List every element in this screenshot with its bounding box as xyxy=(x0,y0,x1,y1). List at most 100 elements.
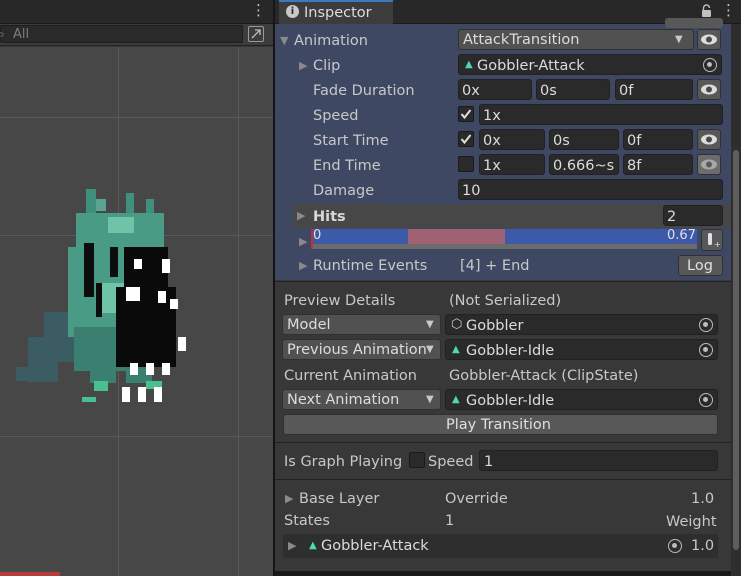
chevron-down-icon: ▼ xyxy=(426,344,434,355)
eye-icon[interactable] xyxy=(697,154,721,175)
clip-value: Gobbler-Attack xyxy=(477,58,585,74)
clip-foldout-icon[interactable]: ▶ xyxy=(299,60,307,71)
field-value: 0s xyxy=(553,133,570,149)
states-count: 1 xyxy=(445,513,455,529)
play-transition-button[interactable]: Play Transition xyxy=(283,414,718,435)
field-value: 2 xyxy=(667,209,677,225)
start-time-label: Start Time xyxy=(313,133,389,149)
animation-clip-icon: ▲ xyxy=(465,59,473,70)
animation-type-dropdown[interactable]: AttackTransition ▼ xyxy=(458,29,694,50)
scene-search-row: ⌕ All xyxy=(0,24,273,46)
dropdown-label: Next Animation xyxy=(287,392,400,408)
object-picker-icon[interactable] xyxy=(699,318,713,332)
next-animation-dropdown[interactable]: Next Animation ▼ xyxy=(282,389,441,410)
chevron-down-icon: ▼ xyxy=(675,34,683,45)
gobbler-sprite xyxy=(16,189,186,402)
section-separator xyxy=(275,281,731,282)
model-object-field[interactable]: ⬡ Gobbler xyxy=(445,314,718,335)
start-time-checkbox[interactable] xyxy=(458,131,474,147)
model-dropdown[interactable]: Model ▼ xyxy=(282,314,441,335)
eye-icon[interactable] xyxy=(697,29,721,50)
object-picker-icon[interactable] xyxy=(703,58,717,72)
field-value: Gobbler xyxy=(466,318,524,334)
state-foldout-icon[interactable]: ▶ xyxy=(288,540,296,551)
object-picker-icon[interactable] xyxy=(699,343,713,357)
event-timeline[interactable]: 0 0.67 xyxy=(311,229,697,249)
state-weight: 1.0 xyxy=(691,538,715,554)
timeline-foldout-icon[interactable]: ▶ xyxy=(299,236,307,247)
runtime-events-foldout-icon[interactable]: ▶ xyxy=(299,260,307,271)
log-button[interactable]: Log xyxy=(678,255,723,276)
eye-icon[interactable] xyxy=(697,79,721,100)
scrollbar-thumb[interactable] xyxy=(733,150,739,550)
scene-viewport[interactable] xyxy=(0,47,273,576)
end-time-x-field[interactable]: 1x xyxy=(479,154,545,175)
object-picker-icon[interactable] xyxy=(668,539,682,553)
start-time-f-field[interactable]: 0f xyxy=(623,129,693,150)
previous-animation-field[interactable]: ▲ Gobbler-Idle xyxy=(445,339,718,360)
grid-line xyxy=(238,47,239,576)
previous-animation-dropdown[interactable]: Previous Animation ▼ xyxy=(282,339,441,360)
is-graph-playing-label: Is Graph Playing xyxy=(284,454,403,470)
bottom-border xyxy=(275,571,731,576)
more-menu-icon[interactable]: ⋮ xyxy=(721,3,736,18)
eye-icon[interactable] xyxy=(697,129,721,150)
animation-type-value: AttackTransition xyxy=(463,32,580,48)
hits-foldout-icon[interactable]: ▶ xyxy=(297,210,305,221)
graph-speed-field[interactable]: 1 xyxy=(479,450,718,471)
speed-checkbox[interactable] xyxy=(458,106,474,122)
field-value: Gobbler-Idle xyxy=(466,343,555,359)
object-picker-icon[interactable] xyxy=(699,393,713,407)
base-layer-foldout-icon[interactable]: ▶ xyxy=(285,493,293,504)
state-row[interactable]: ▶ ▲ Gobbler-Attack 1.0 xyxy=(283,534,718,558)
damage-field[interactable]: 10 xyxy=(458,179,723,200)
add-event-button[interactable]: + xyxy=(701,229,723,251)
animation-section: ▼ Animation AttackTransition ▼ ▶ Clip ▲ … xyxy=(275,18,731,280)
end-time-s-field[interactable]: 0.666~s xyxy=(549,154,619,175)
end-time-checkbox[interactable] xyxy=(458,156,474,172)
scene-panel: ⋮ ⌕ All xyxy=(0,0,273,576)
fade-duration-s-field[interactable]: 0s xyxy=(536,79,610,100)
inspector-panel: i Inspector ⋮ ▼ Animation AttackTransiti… xyxy=(275,0,741,576)
animation-clip-icon: ▲ xyxy=(452,394,460,405)
base-layer-label: Base Layer xyxy=(299,491,380,507)
more-menu-icon[interactable]: ⋮ xyxy=(251,3,266,18)
fade-duration-label: Fade Duration xyxy=(313,83,415,99)
field-value: 1x xyxy=(483,158,501,174)
tab-inspector[interactable]: i Inspector xyxy=(279,0,393,24)
grid-line xyxy=(0,436,273,437)
scene-toolbar: ⋮ xyxy=(0,0,273,24)
maximize-icon[interactable] xyxy=(248,26,264,42)
override-label: Override xyxy=(445,491,508,507)
cube-icon: ⬡ xyxy=(451,317,463,332)
start-time-x-field[interactable]: 0x xyxy=(479,129,545,150)
field-value: 0f xyxy=(619,83,634,99)
dropdown-label: Model xyxy=(287,317,331,333)
fade-duration-x-field[interactable]: 0x xyxy=(458,79,532,100)
weight-label: Weight xyxy=(666,514,717,530)
speed-field[interactable]: 1x xyxy=(479,104,723,125)
current-animation-value: Gobbler-Attack (ClipState) xyxy=(449,368,639,384)
field-value: 0f xyxy=(627,133,642,149)
damage-label: Damage xyxy=(313,183,375,199)
speed-label: Speed xyxy=(313,108,359,124)
chevron-down-icon: ▼ xyxy=(426,394,434,405)
search-placeholder: All xyxy=(13,27,30,42)
dropdown-label: Previous Animation xyxy=(287,342,427,358)
lock-icon[interactable] xyxy=(701,4,712,17)
chevron-down-icon: ▼ xyxy=(426,319,434,330)
animation-foldout-icon[interactable]: ▼ xyxy=(280,35,288,46)
field-value: 0x xyxy=(462,83,480,99)
end-time-f-field[interactable]: 8f xyxy=(623,154,693,175)
states-label: States xyxy=(284,513,330,529)
is-graph-playing-checkbox[interactable] xyxy=(409,452,425,468)
fade-duration-f-field[interactable]: 0f xyxy=(615,79,693,100)
animation-clip-icon: ▲ xyxy=(452,344,460,355)
scene-search-input[interactable]: ⌕ All xyxy=(0,25,243,43)
clip-object-field[interactable]: ▲ Gobbler-Attack xyxy=(458,54,722,75)
next-animation-field[interactable]: ▲ Gobbler-Idle xyxy=(445,389,718,410)
start-time-s-field[interactable]: 0s xyxy=(549,129,619,150)
info-icon: i xyxy=(286,5,299,18)
hits-count-field[interactable]: 2 xyxy=(663,205,723,226)
preview-details-label: Preview Details xyxy=(284,293,396,309)
